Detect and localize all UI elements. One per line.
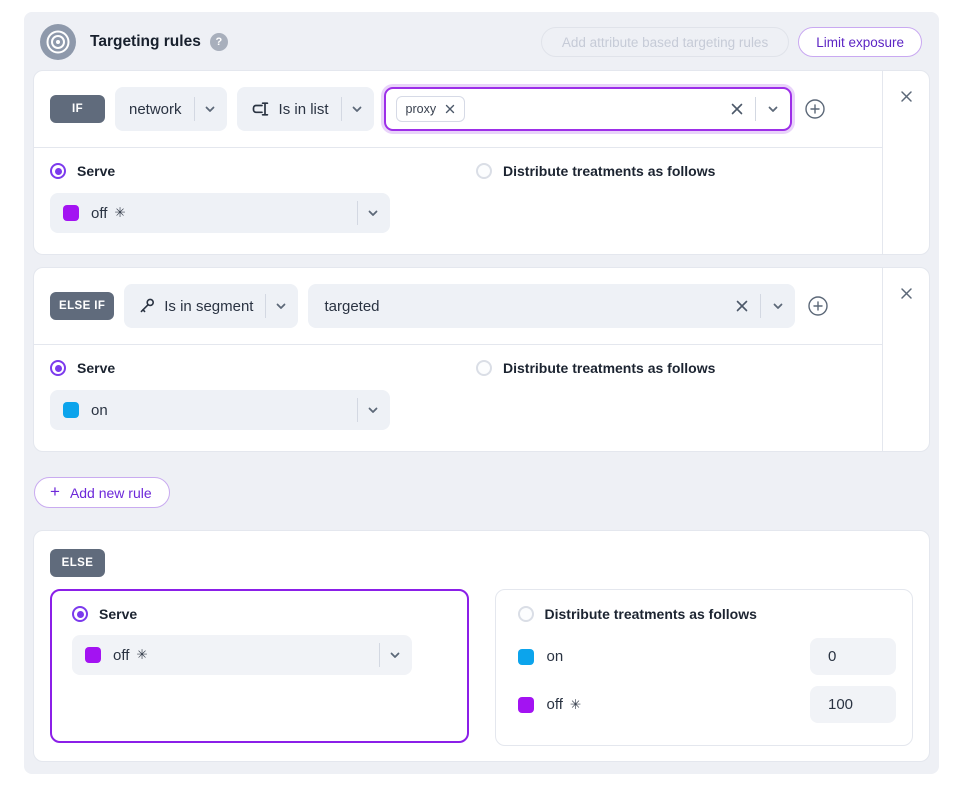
segment-key-icon bbox=[138, 297, 156, 315]
chip-label: proxy bbox=[406, 102, 437, 116]
rule-1-condition-row: IF network bbox=[34, 71, 882, 148]
distribution-row: on bbox=[518, 638, 896, 675]
rule-card-else-if: ELSE IF Is in segment bbox=[33, 267, 930, 452]
segment-matcher-select[interactable]: Is in segment bbox=[124, 284, 298, 328]
treatment-select[interactable]: off ✳ bbox=[50, 193, 390, 233]
matcher-select[interactable]: Is in list bbox=[237, 87, 374, 131]
radio-checked-icon[interactable] bbox=[50, 360, 66, 376]
treatment-swatch bbox=[518, 697, 534, 713]
add-condition-icon[interactable] bbox=[804, 98, 826, 120]
if-badge: IF bbox=[50, 95, 105, 123]
limit-exposure-button[interactable]: Limit exposure bbox=[798, 27, 922, 57]
attribute-select[interactable]: network bbox=[115, 87, 227, 131]
rule-2-serve-area: Serve Distribute treatments as follows o… bbox=[34, 345, 882, 445]
treatment-swatch bbox=[85, 647, 101, 663]
radio-unchecked-icon[interactable] bbox=[476, 360, 492, 376]
rule-card-if: IF network bbox=[33, 70, 930, 255]
radio-checked-icon[interactable] bbox=[72, 606, 88, 622]
radio-unchecked-icon[interactable] bbox=[518, 606, 534, 622]
default-treatment-icon: ✳ bbox=[114, 205, 125, 221]
add-attribute-rules-button[interactable]: Add attribute based targeting rules bbox=[541, 27, 789, 57]
default-treatment-icon: ✳ bbox=[570, 697, 581, 713]
radio-checked-icon[interactable] bbox=[50, 163, 66, 179]
distribution-percentage-input[interactable] bbox=[810, 638, 896, 675]
page-title: Targeting rules bbox=[90, 33, 201, 51]
chevron-down-icon[interactable] bbox=[366, 206, 380, 220]
targeting-rules-icon bbox=[40, 24, 76, 60]
else-badge: ELSE bbox=[50, 549, 105, 577]
serve-radio-option[interactable]: Serve bbox=[72, 606, 447, 622]
clear-values-icon[interactable] bbox=[729, 101, 745, 117]
rule-1-serve-area: Serve Distribute treatments as follows o… bbox=[34, 148, 882, 248]
distribution-row: off ✳ bbox=[518, 686, 896, 723]
treatment-swatch bbox=[63, 205, 79, 221]
treatment-swatch bbox=[63, 402, 79, 418]
default-treatment-icon: ✳ bbox=[136, 647, 147, 663]
clear-segment-icon[interactable] bbox=[734, 298, 750, 314]
distribute-radio-option[interactable]: Distribute treatments as follows bbox=[518, 606, 896, 622]
treatment-swatch bbox=[518, 649, 534, 665]
chip-remove-icon[interactable] bbox=[445, 104, 455, 114]
value-chip: proxy bbox=[396, 96, 466, 122]
targeting-rules-panel: Targeting rules ? Add attribute based ta… bbox=[24, 12, 939, 774]
help-icon[interactable]: ? bbox=[210, 33, 228, 51]
plus-icon: + bbox=[50, 483, 60, 500]
add-condition-icon[interactable] bbox=[807, 295, 829, 317]
else-if-badge: ELSE IF bbox=[50, 292, 114, 320]
treatment-select[interactable]: off ✳ bbox=[72, 635, 412, 675]
chevron-down-icon[interactable] bbox=[366, 403, 380, 417]
else-rule-card: ELSE Serve off ✳ bbox=[33, 530, 930, 762]
serve-radio-option[interactable]: Serve bbox=[50, 360, 476, 376]
rule-2-condition-row: ELSE IF Is in segment bbox=[34, 268, 882, 345]
delete-rule-icon[interactable] bbox=[900, 90, 913, 103]
else-distribute-option-box[interactable]: Distribute treatments as follows on off … bbox=[495, 589, 913, 746]
serve-radio-option[interactable]: Serve bbox=[50, 163, 476, 179]
chevron-down-icon[interactable] bbox=[274, 299, 288, 313]
chevron-down-icon[interactable] bbox=[766, 102, 780, 116]
else-serve-option-box[interactable]: Serve off ✳ bbox=[50, 589, 469, 743]
targeting-rules-header: Targeting rules ? Add attribute based ta… bbox=[40, 24, 922, 60]
radio-unchecked-icon[interactable] bbox=[476, 163, 492, 179]
distribute-radio-option[interactable]: Distribute treatments as follows bbox=[476, 360, 715, 376]
delete-rule-icon[interactable] bbox=[900, 287, 913, 300]
distribution-percentage-input[interactable] bbox=[810, 686, 896, 723]
list-values-input[interactable]: proxy bbox=[384, 87, 792, 131]
chevron-down-icon[interactable] bbox=[203, 102, 217, 116]
chevron-down-icon[interactable] bbox=[771, 299, 785, 313]
distribute-radio-option[interactable]: Distribute treatments as follows bbox=[476, 163, 715, 179]
chevron-down-icon[interactable] bbox=[388, 648, 402, 662]
segment-value-select[interactable]: targeted bbox=[308, 284, 795, 328]
segment-value: targeted bbox=[324, 298, 379, 315]
string-matcher-icon bbox=[251, 100, 271, 118]
treatment-select[interactable]: on bbox=[50, 390, 390, 430]
chevron-down-icon[interactable] bbox=[350, 102, 364, 116]
add-new-rule-button[interactable]: + Add new rule bbox=[34, 477, 170, 508]
